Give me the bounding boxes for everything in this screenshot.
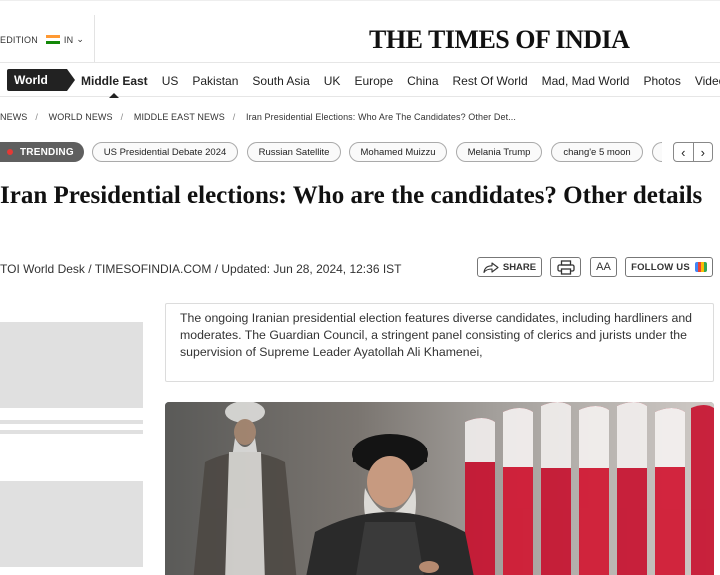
share-label: SHARE xyxy=(502,261,537,273)
nav-link-middle-east[interactable]: Middle East xyxy=(81,74,148,98)
trending-bar: TRENDING US Presidential Debate 2024 Rus… xyxy=(0,141,720,163)
edition-selector[interactable]: EDITION IN ⌄ xyxy=(0,34,84,45)
print-icon xyxy=(556,259,575,275)
breadcrumb: NEWS / WORLD NEWS / MIDDLE EAST NEWS / Iran… xyxy=(0,112,516,122)
google-news-icon xyxy=(694,262,707,272)
article-byline: TOI World Desk / TIMESOFINDIA.COM / Upda… xyxy=(0,262,402,276)
print-button[interactable] xyxy=(550,257,581,277)
hero-photo-illustration xyxy=(165,402,714,575)
ad-placeholder xyxy=(0,322,143,408)
nav-link-photos[interactable]: Photos xyxy=(643,74,680,88)
live-dot-icon xyxy=(7,149,13,155)
breadcrumb-news[interactable]: NEWS xyxy=(0,112,27,122)
share-icon xyxy=(483,261,499,273)
breadcrumb-world-news[interactable]: WORLD NEWS xyxy=(49,112,113,122)
trending-topic-partial[interactable] xyxy=(652,142,662,162)
nav-link-uk[interactable]: UK xyxy=(324,74,341,88)
placeholder-line xyxy=(0,430,143,434)
header-divider xyxy=(94,15,95,63)
trending-topic[interactable]: Russian Satellite xyxy=(247,142,341,162)
nav-links: Middle East US Pakistan South Asia UK Eu… xyxy=(81,63,720,98)
trending-label: TRENDING xyxy=(20,146,74,158)
share-button[interactable]: SHARE xyxy=(477,257,542,277)
trending-topic[interactable]: Mohamed Muizzu xyxy=(349,142,447,162)
trending-badge: TRENDING xyxy=(0,142,84,162)
nav-link-videos[interactable]: Videos xyxy=(695,74,720,88)
trending-topic[interactable]: Melania Trump xyxy=(456,142,542,162)
trending-topic[interactable]: US Presidential Debate 2024 xyxy=(92,142,238,162)
breadcrumb-middle-east-news[interactable]: MIDDLE EAST NEWS xyxy=(134,112,225,122)
nav-link-south-asia[interactable]: South Asia xyxy=(252,74,309,88)
site-header: EDITION IN ⌄ THE TIMES OF INDIA xyxy=(0,0,720,63)
nav-link-china[interactable]: China xyxy=(407,74,438,88)
placeholder-line xyxy=(0,420,143,424)
trending-scroll-controls: ‹ › xyxy=(673,142,713,162)
section-nav: World Middle East US Pakistan South Asia… xyxy=(0,62,720,98)
article-headline: Iran Presidential elections: Who are the… xyxy=(0,182,703,209)
site-logo[interactable]: THE TIMES OF INDIA xyxy=(369,25,630,55)
edition-code: IN xyxy=(63,34,74,45)
article-hero-image[interactable] xyxy=(165,402,714,575)
font-size-button[interactable]: AA xyxy=(590,257,617,277)
trending-topic[interactable]: chang'e 5 moon xyxy=(551,142,643,162)
chevron-right-icon[interactable]: › xyxy=(694,143,713,161)
breadcrumb-current: Iran Presidential Elections: Who Are The… xyxy=(246,112,516,122)
edition-label: EDITION xyxy=(0,34,38,45)
nav-link-europe[interactable]: Europe xyxy=(354,74,393,88)
nav-link-rest-of-world[interactable]: Rest Of World xyxy=(453,74,528,88)
follow-us-button[interactable]: FOLLOW US xyxy=(625,257,713,277)
nav-link-pakistan[interactable]: Pakistan xyxy=(192,74,238,88)
nav-section-world[interactable]: World xyxy=(7,69,75,91)
follow-us-label: FOLLOW US xyxy=(631,261,690,273)
article-summary: The ongoing Iranian presidential electio… xyxy=(165,303,714,382)
chevron-left-icon[interactable]: ‹ xyxy=(674,143,694,161)
nav-link-mad-mad-world[interactable]: Mad, Mad World xyxy=(542,74,630,88)
india-flag-icon xyxy=(45,34,60,45)
ad-placeholder xyxy=(0,481,143,567)
nav-link-us[interactable]: US xyxy=(162,74,179,88)
chevron-down-icon: ⌄ xyxy=(76,34,85,44)
